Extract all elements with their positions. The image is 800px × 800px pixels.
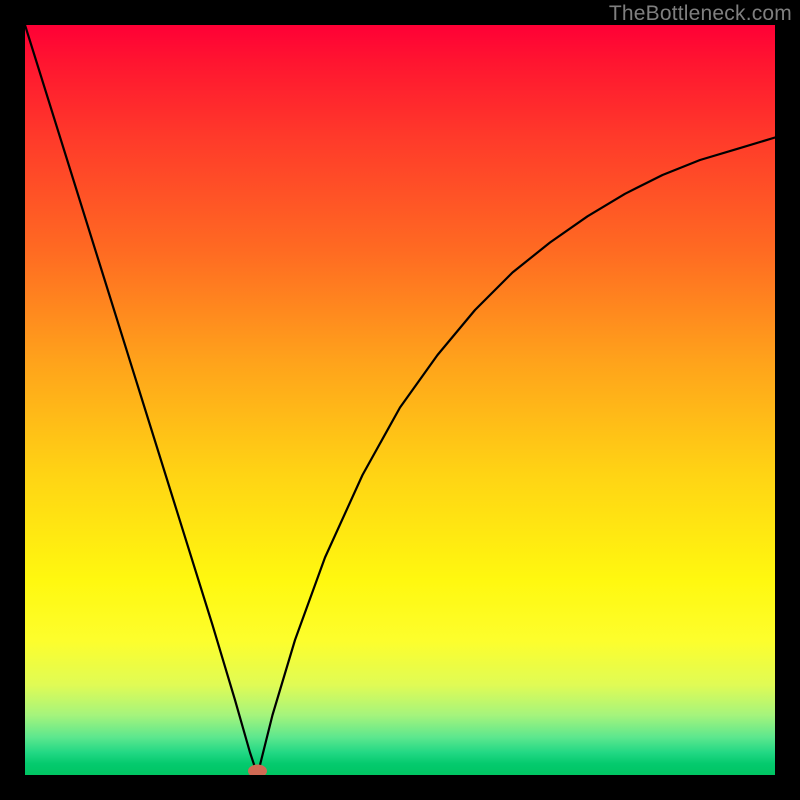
watermark-text: TheBottleneck.com: [609, 2, 792, 26]
curve-right: [258, 138, 776, 776]
curve-svg: [25, 25, 775, 775]
curve-left: [25, 25, 258, 775]
chart-frame: TheBottleneck.com: [0, 0, 800, 800]
plot-area: [25, 25, 775, 775]
min-marker: [249, 765, 267, 775]
